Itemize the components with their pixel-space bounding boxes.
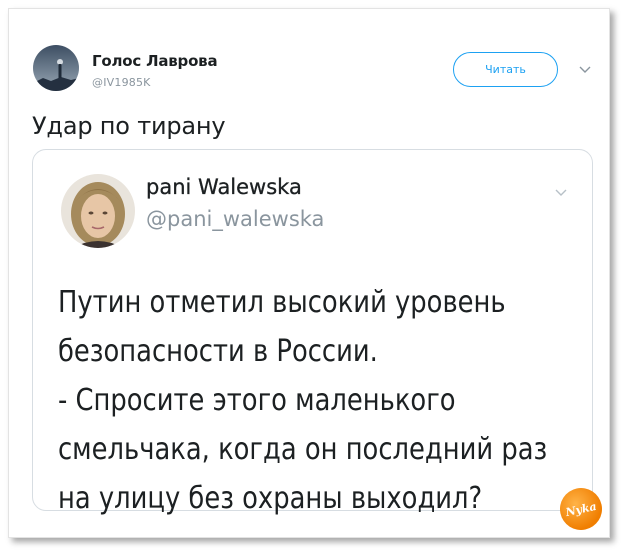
watermark-text: Nyka — [564, 499, 598, 519]
author-handle[interactable]: @IV1985K — [92, 76, 151, 89]
chevron-down-icon[interactable] — [554, 187, 568, 197]
quoted-author-avatar[interactable] — [61, 174, 135, 248]
avatar-image — [61, 174, 135, 248]
quoted-tweet-line: Путин отметил высокий уровень — [58, 285, 506, 320]
avatar-image — [33, 45, 79, 91]
tweet-text: Удар по тирану — [32, 112, 226, 140]
quoted-tweet-line: смельчака, когда он последний раз — [58, 432, 548, 467]
author-avatar[interactable] — [33, 45, 79, 91]
author-name[interactable]: Голос Лаврова — [92, 52, 218, 70]
quoted-tweet-line: безопасности в России. — [58, 334, 378, 369]
quoted-tweet-line: на улицу без охраны выходил? — [58, 481, 483, 516]
quoted-tweet-card[interactable]: pani Walewska @pani_walewska Путин отмет… — [32, 149, 593, 516]
quoted-tweet-line: - Спросите этого маленького — [58, 383, 456, 418]
quoted-author-name[interactable]: pani Walewska — [146, 175, 302, 199]
follow-button[interactable]: Читать — [453, 52, 558, 87]
chevron-down-icon[interactable] — [578, 64, 592, 74]
quoted-tweet-text: Путин отметил высокий уровень безопаснос… — [58, 278, 588, 523]
quoted-author-handle[interactable]: @pani_walewska — [146, 207, 324, 231]
